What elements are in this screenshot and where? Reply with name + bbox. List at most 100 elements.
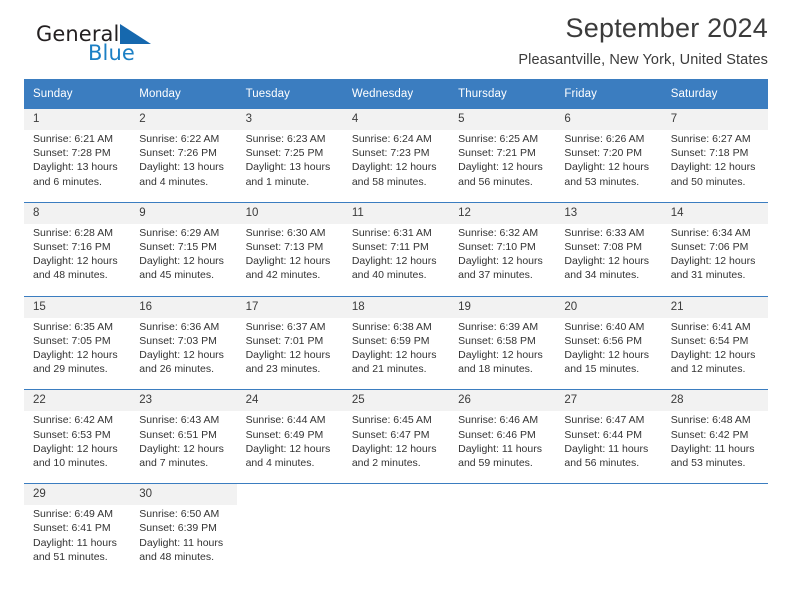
day-number-cell[interactable]: 3 (236, 108, 343, 130)
sunrise-text: Sunrise: 6:24 AM (351, 133, 432, 145)
daylight-text-line2: and 15 minutes. (564, 363, 640, 376)
sunset-text: Sunset: 7:05 PM (33, 334, 111, 347)
sunrise-text: Sunrise: 6:50 AM (139, 508, 220, 521)
daylight-text-line1: Daylight: 11 hours (33, 536, 117, 549)
day-number-cell-empty (555, 483, 662, 506)
daylight-text-line2: and 4 minutes. (245, 457, 315, 470)
sunset-text: Sunset: 6:53 PM (33, 428, 111, 441)
daylight-text-line2: and 26 minutes. (139, 363, 214, 376)
sunrise-text: Sunrise: 6:35 AM (33, 320, 113, 333)
sunset-text: Sunset: 6:41 PM (33, 522, 111, 535)
daylight-text-line2: and 56 minutes. (564, 457, 640, 470)
day-number-cell[interactable]: 2 (130, 108, 237, 130)
daylight-text-line1: Daylight: 12 hours (670, 349, 756, 362)
sunrise-text: Sunrise: 6:38 AM (351, 320, 432, 333)
weekday-header-thursday: Thursday (449, 79, 556, 109)
daylight-text-line2: and 53 minutes. (564, 175, 640, 188)
sunset-text: Sunset: 7:08 PM (564, 241, 643, 254)
day-number-cell[interactable]: 5 (449, 108, 556, 130)
week-details-row: Sunrise: 6:21 AM Sunset: 7:28 PM Dayligh… (24, 130, 768, 193)
daylight-text-line2: and 53 minutes. (670, 457, 746, 470)
sunset-text: Sunset: 6:54 PM (670, 334, 749, 347)
daylight-text-line2: and 31 minutes. (670, 269, 746, 282)
day-number-cell[interactable]: 19 (449, 295, 556, 318)
day-details-cell: Sunrise: 6:40 AM Sunset: 6:56 PM Dayligh… (555, 317, 662, 381)
day-number-cell[interactable]: 11 (342, 201, 450, 224)
daylight-text-line2: and 56 minutes. (458, 175, 533, 188)
sunset-text: Sunset: 7:26 PM (139, 147, 217, 160)
daylight-text-line1: Daylight: 11 hours (458, 442, 542, 455)
daylight-text-line2: and 1 minute. (245, 175, 310, 188)
day-number-cell[interactable]: 1 (24, 108, 131, 130)
day-number-cell-empty (342, 483, 450, 506)
day-details-cell-empty (555, 505, 662, 569)
day-number-cell[interactable]: 13 (555, 201, 662, 224)
day-number-cell[interactable]: 12 (449, 201, 556, 224)
day-details-cell: Sunrise: 6:34 AM Sunset: 7:06 PM Dayligh… (661, 223, 768, 287)
day-number-cell[interactable]: 25 (342, 389, 450, 412)
daylight-text-line1: Daylight: 12 hours (351, 442, 437, 455)
day-number-cell[interactable]: 18 (342, 295, 450, 318)
daylight-text-line2: and 51 minutes. (33, 550, 108, 563)
daylight-text-line2: and 23 minutes. (245, 363, 321, 376)
day-number-cell[interactable]: 30 (130, 483, 237, 506)
day-number-cell[interactable]: 24 (236, 389, 343, 412)
day-number-cell-empty (449, 483, 556, 506)
day-number-cell[interactable]: 26 (449, 389, 556, 412)
page-subtitle: Pleasantville, New York, United States (518, 52, 768, 68)
day-number-cell[interactable]: 7 (661, 108, 768, 130)
daylight-text-line1: Daylight: 12 hours (458, 161, 543, 174)
sunrise-text: Sunrise: 6:44 AM (245, 414, 326, 427)
day-number-cell[interactable]: 21 (661, 295, 768, 318)
day-details-cell: Sunrise: 6:23 AM Sunset: 7:25 PM Dayligh… (236, 130, 343, 193)
day-number-cell[interactable]: 16 (130, 295, 237, 318)
day-number-cell[interactable]: 6 (555, 108, 662, 130)
title-block: September 2024 Pleasantville, New York, … (234, 12, 768, 70)
sunrise-text: Sunrise: 6:32 AM (458, 226, 539, 239)
day-number-cell[interactable]: 8 (24, 201, 131, 224)
day-number-cell[interactable]: 4 (342, 108, 450, 130)
sunset-text: Sunset: 6:42 PM (670, 428, 749, 441)
day-details-cell-empty (342, 505, 450, 569)
day-number-cell[interactable]: 22 (24, 389, 131, 412)
day-number-cell[interactable]: 10 (236, 201, 343, 224)
day-details-cell: Sunrise: 6:21 AM Sunset: 7:28 PM Dayligh… (24, 130, 131, 193)
sunrise-text: Sunrise: 6:47 AM (564, 414, 645, 427)
daylight-text-line2: and 2 minutes. (351, 457, 421, 470)
general-blue-logo[interactable]: General Blue (24, 22, 234, 70)
sunset-text: Sunset: 7:11 PM (351, 241, 429, 254)
sunset-text: Sunset: 7:15 PM (139, 241, 217, 254)
daylight-text-line1: Daylight: 12 hours (245, 442, 331, 455)
sunrise-text: Sunrise: 6:48 AM (670, 414, 751, 427)
day-details-cell: Sunrise: 6:48 AM Sunset: 6:42 PM Dayligh… (661, 411, 768, 475)
week-daynum-row: 8 9 10 11 12 13 14 (24, 201, 768, 224)
day-number-cell[interactable]: 29 (24, 483, 131, 506)
sunset-text: Sunset: 6:39 PM (139, 522, 217, 535)
sunrise-text: Sunrise: 6:22 AM (139, 133, 220, 145)
daylight-text-line1: Daylight: 12 hours (458, 255, 543, 268)
daylight-text-line2: and 42 minutes. (245, 269, 321, 282)
day-details-cell: Sunrise: 6:22 AM Sunset: 7:26 PM Dayligh… (130, 130, 237, 193)
day-details-cell: Sunrise: 6:36 AM Sunset: 7:03 PM Dayligh… (130, 317, 237, 381)
day-number-cell[interactable]: 9 (130, 201, 237, 224)
day-number-cell[interactable]: 20 (555, 295, 662, 318)
week-spacer (24, 192, 768, 203)
daylight-text-line1: Daylight: 12 hours (139, 349, 224, 362)
day-number-cell[interactable]: 17 (236, 295, 343, 318)
day-number-cell[interactable]: 15 (24, 295, 131, 318)
day-number-cell[interactable]: 23 (130, 389, 237, 412)
day-number-cell[interactable]: 14 (661, 201, 768, 224)
day-number-cell[interactable]: 28 (661, 389, 768, 412)
daylight-text-line1: Daylight: 12 hours (564, 349, 650, 362)
daylight-text-line2: and 12 minutes. (670, 363, 746, 376)
daylight-text-line2: and 21 minutes. (351, 363, 427, 376)
page-header: General Blue September 2024 Pleasantvill… (24, 0, 768, 72)
daylight-text-line2: and 45 minutes. (139, 269, 214, 282)
day-details-cell: Sunrise: 6:32 AM Sunset: 7:10 PM Dayligh… (449, 223, 556, 287)
day-details-cell: Sunrise: 6:25 AM Sunset: 7:21 PM Dayligh… (449, 130, 556, 193)
day-details-cell: Sunrise: 6:39 AM Sunset: 6:58 PM Dayligh… (449, 317, 556, 381)
day-number-cell[interactable]: 27 (555, 389, 662, 412)
day-details-cell: Sunrise: 6:42 AM Sunset: 6:53 PM Dayligh… (24, 411, 131, 475)
daylight-text-line2: and 7 minutes. (139, 457, 209, 470)
sunrise-text: Sunrise: 6:28 AM (33, 226, 113, 239)
